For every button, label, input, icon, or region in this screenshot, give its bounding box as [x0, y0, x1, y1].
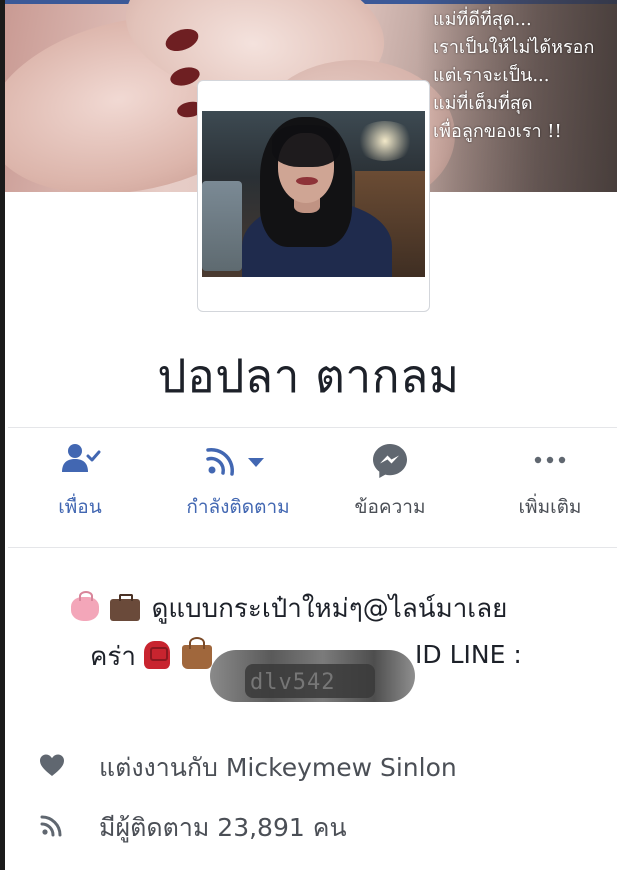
id-line-label: ID LINE :: [415, 640, 522, 669]
photo-background-figure: [202, 181, 242, 271]
profile-name: ปอปลา ตากลม: [157, 349, 460, 403]
followers-row[interactable]: มีผู้ติดตาม 23,891 คน: [5, 808, 617, 848]
more-button[interactable]: เพิ่มเติม: [495, 438, 605, 522]
handbag-emoji-icon: [181, 637, 212, 669]
messenger-icon: [373, 444, 407, 478]
redacted-line-id: dlv542: [250, 670, 336, 695]
relationship-text: แต่งงานกับ Mickeymew Sinlon: [99, 753, 457, 782]
heart-icon: [40, 754, 64, 776]
profile-screen: แม่ที่ดีที่สุด... เราเป็นให้ไม่ได้หรอก แ…: [0, 0, 617, 870]
rss-follow-dropdown-icon: [206, 448, 264, 476]
friends-button[interactable]: เพื่อน: [35, 438, 125, 522]
purse-emoji-icon: [71, 591, 99, 621]
following-button[interactable]: กำลังติดตาม: [163, 438, 313, 522]
more-label: เพิ่มเติม: [518, 496, 582, 518]
more-dots-icon: [534, 456, 566, 464]
friends-label: เพื่อน: [58, 496, 102, 518]
friends-check-icon: [62, 444, 101, 472]
divider: [8, 547, 617, 548]
followers-text: มีผู้ติดตาม 23,891 คน: [99, 813, 347, 842]
bio-text: คร่า: [90, 642, 136, 672]
cover-caption-line: แต่เราจะเป็น...: [433, 65, 550, 86]
cover-caption-line: เราเป็นให้ไม่ได้หรอก: [433, 37, 595, 58]
screen-edge: [0, 0, 5, 870]
cover-caption: แม่ที่ดีที่สุด... เราเป็นให้ไม่ได้หรอก แ…: [433, 6, 617, 146]
photo-face-blur: [272, 125, 340, 167]
following-label: กำลังติดตาม: [186, 496, 290, 518]
bio-line: ดูแบบกระเป๋าใหม่ๆ@ไลน์มาเลย: [71, 588, 507, 629]
photo-lips: [296, 177, 318, 185]
profile-actions: เพื่อน กำลังติดตาม ข้อความ เพิ่มเติม: [5, 430, 617, 545]
profile-photo: [202, 111, 425, 277]
profile-picture[interactable]: [197, 80, 430, 312]
cover-caption-line: เพื่อลูกของเรา !!: [433, 121, 562, 142]
divider: [8, 427, 617, 428]
relationship-row[interactable]: แต่งงานกับ Mickeymew Sinlon: [5, 748, 617, 788]
message-button[interactable]: ข้อความ: [335, 438, 445, 522]
briefcase-emoji-icon: [110, 594, 141, 621]
photo-light: [355, 121, 415, 161]
bio-line: คร่า: [90, 636, 215, 677]
rss-followers-icon: [40, 815, 62, 837]
bio-text: ดูแบบกระเป๋าใหม่ๆ@ไลน์มาเลย: [151, 594, 508, 624]
cover-caption-line: แม่ที่เต็มที่สุด: [433, 93, 533, 114]
message-label: ข้อความ: [354, 496, 426, 518]
backpack-emoji-icon: [144, 641, 171, 669]
cover-caption-line: แม่ที่ดีที่สุด...: [433, 9, 532, 30]
